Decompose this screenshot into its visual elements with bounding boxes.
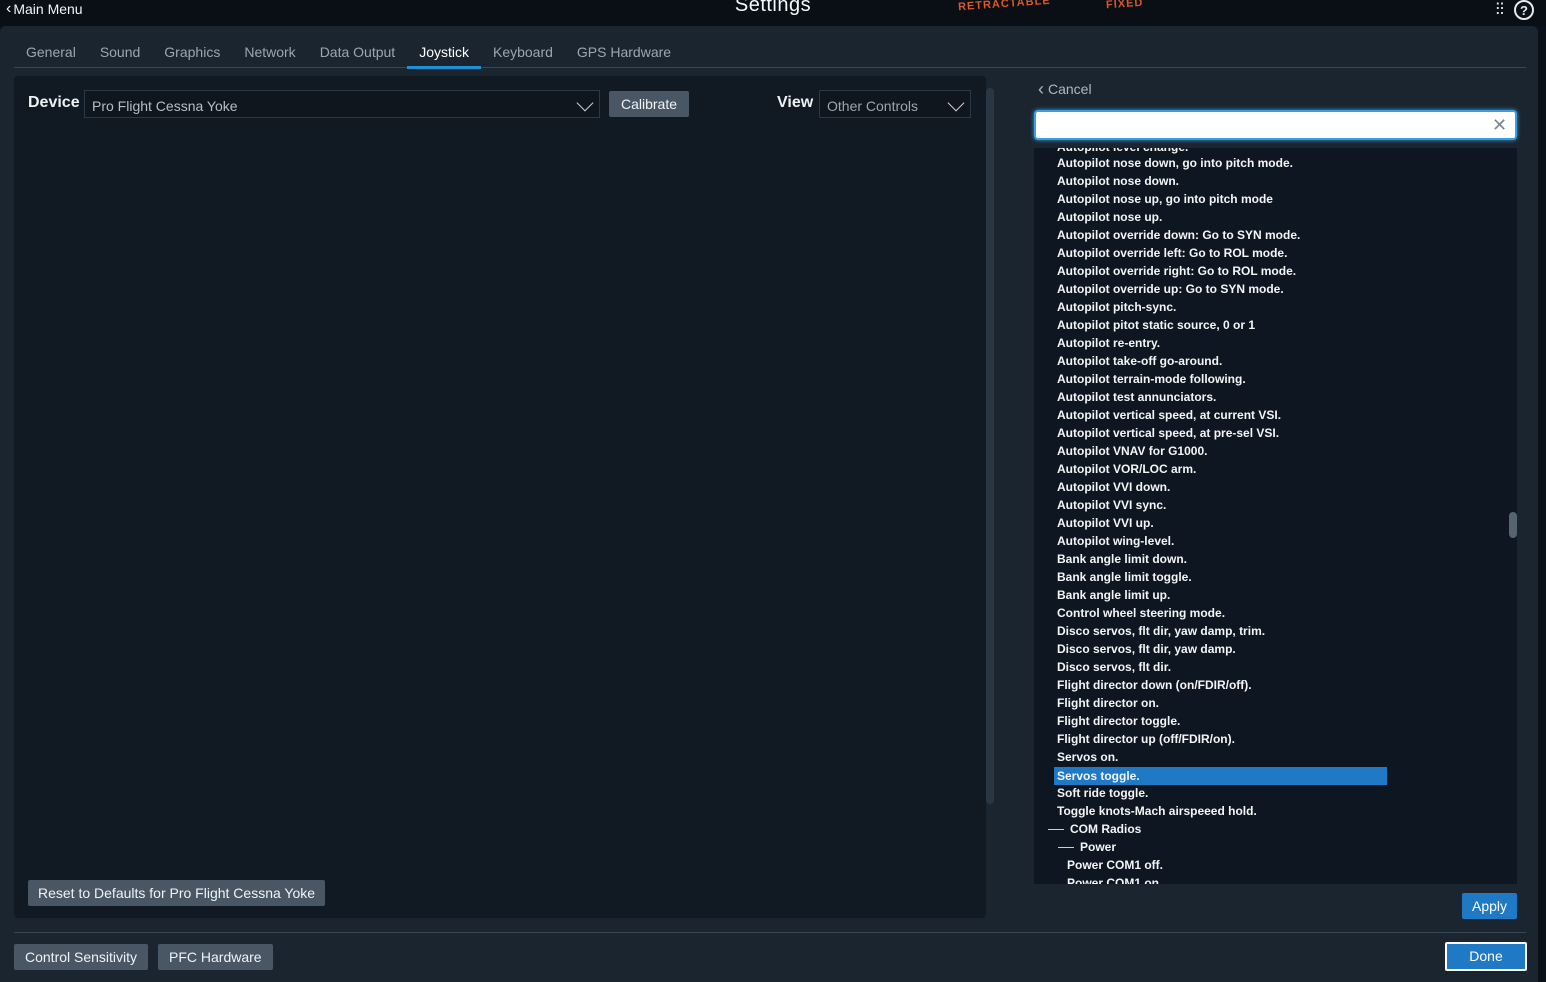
list-item[interactable]: Flight director on. — [1057, 694, 1159, 712]
list-item[interactable]: Autopilot VVI down. — [1057, 478, 1170, 496]
list-item[interactable]: Flight director up (off/FDIR/on). — [1057, 730, 1235, 748]
command-search-input[interactable] — [1034, 110, 1517, 140]
chevron-down-icon — [576, 94, 594, 112]
help-icon[interactable]: ? — [1514, 0, 1534, 20]
list-item[interactable]: Autopilot VOR/LOC arm. — [1057, 460, 1196, 478]
collapse-dash-icon — [1058, 846, 1074, 848]
group-label: COM Radios — [1070, 822, 1142, 836]
chevron-down-icon — [947, 94, 965, 112]
apply-button[interactable]: Apply — [1462, 893, 1517, 919]
tab-graphics[interactable]: Graphics — [152, 26, 232, 68]
list-item[interactable]: Power COM1 off. — [1067, 856, 1163, 874]
list-item[interactable]: Control wheel steering mode. — [1057, 604, 1225, 622]
done-button[interactable]: Done — [1445, 942, 1527, 971]
cancel-label: Cancel — [1048, 81, 1092, 97]
top-bar: ‹ Main Menu RETRACTABLE FIXED Settings ⫶… — [0, 0, 1546, 26]
top-icons: ⫶⫶ ? — [1496, 0, 1534, 20]
list-item[interactable]: Disco servos, flt dir, yaw damp, trim. — [1057, 622, 1265, 640]
view-selected-value: Other Controls — [827, 98, 919, 114]
list-item[interactable]: Autopilot VNAV for G1000. — [1057, 442, 1207, 460]
list-item[interactable]: Autopilot nose down, go into pitch mode. — [1057, 154, 1293, 172]
list-item[interactable]: Autopilot nose down. — [1057, 172, 1179, 190]
left-scrollbar[interactable] — [986, 88, 994, 804]
view-dropdown[interactable]: Other Controls — [819, 90, 971, 118]
control-sensitivity-button[interactable]: Control Sensitivity — [14, 944, 149, 970]
device-label: Device — [28, 94, 80, 111]
group-com-radios[interactable]: COM Radios — [1048, 820, 1141, 838]
list-item[interactable]: Autopilot take-off go-around. — [1057, 352, 1222, 370]
collapse-dash-icon — [1048, 828, 1064, 830]
list-item[interactable]: Autopilot nose up. — [1057, 208, 1162, 226]
device-dropdown[interactable]: Pro Flight Cessna Yoke — [84, 90, 600, 118]
list-item[interactable]: Disco servos, flt dir. — [1057, 658, 1171, 676]
list-item[interactable]: Autopilot override right: Go to ROL mode… — [1057, 262, 1296, 280]
list-item[interactable]: Autopilot override down: Go to SYN mode. — [1057, 226, 1300, 244]
list-item[interactable]: Power COM1 on. — [1067, 874, 1162, 884]
tab-sound[interactable]: Sound — [88, 26, 152, 68]
page-title: Settings — [734, 0, 812, 16]
list-item[interactable]: Autopilot nose up, go into pitch mode — [1057, 190, 1273, 208]
device-selected-value: Pro Flight Cessna Yoke — [92, 98, 238, 114]
group-label: Power — [1080, 840, 1117, 854]
list-item[interactable]: Autopilot terrain-mode following. — [1057, 370, 1246, 388]
list-item[interactable]: Soft ride toggle. — [1057, 784, 1148, 802]
list-item[interactable]: Bank angle limit toggle. — [1057, 568, 1192, 586]
tab-joystick[interactable]: Joystick — [407, 26, 481, 69]
cancel-button[interactable]: ‹ Cancel — [1038, 80, 1092, 98]
list-item[interactable]: Autopilot VVI up. — [1057, 514, 1154, 532]
tab-keyboard[interactable]: Keyboard — [481, 26, 565, 68]
calibrate-button[interactable]: Calibrate — [609, 91, 689, 117]
list-item-selected[interactable]: Servos toggle. — [1054, 767, 1387, 785]
tab-data-output[interactable]: Data Output — [308, 26, 408, 68]
list-item[interactable]: Autopilot test annunciators. — [1057, 388, 1216, 406]
sliders-icon[interactable]: ⫶⫶ — [1496, 0, 1505, 20]
chevron-left-icon: ‹ — [1038, 79, 1044, 99]
list-item[interactable]: Autopilot VVI sync. — [1057, 496, 1166, 514]
view-label: View — [777, 94, 814, 111]
list-item[interactable]: Servos on. — [1057, 748, 1118, 766]
list-item[interactable]: Autopilot override up: Go to SYN mode. — [1057, 280, 1284, 298]
clear-search-icon[interactable]: ✕ — [1492, 116, 1507, 134]
list-item[interactable]: Autopilot vertical speed, at pre-sel VSI… — [1057, 424, 1279, 442]
list-item[interactable]: Autopilot pitot static source, 0 or 1 — [1057, 316, 1255, 334]
tab-gps-hardware[interactable]: GPS Hardware — [565, 26, 683, 68]
list-item[interactable]: Autopilot vertical speed, at current VSI… — [1057, 406, 1281, 424]
reset-defaults-button[interactable]: Reset to Defaults for Pro Flight Cessna … — [28, 880, 326, 906]
list-item[interactable]: Autopilot override left: Go to ROL mode. — [1057, 244, 1287, 262]
joystick-config-area: Device Pro Flight Cessna Yoke Calibrate … — [14, 76, 986, 918]
tab-general[interactable]: General — [14, 26, 88, 68]
list-item[interactable]: Bank angle limit down. — [1057, 550, 1187, 568]
pfc-hardware-button[interactable]: PFC Hardware — [158, 944, 273, 970]
list-item[interactable]: Autopilot pitch-sync. — [1057, 298, 1176, 316]
settings-tabs: General Sound Graphics Network Data Outp… — [14, 26, 1526, 69]
list-item[interactable]: Autopilot wing-level. — [1057, 532, 1174, 550]
list-item[interactable]: Disco servos, flt dir, yaw damp. — [1057, 640, 1236, 658]
list-item[interactable]: Flight director down (on/FDIR/off). — [1057, 676, 1252, 694]
list-item[interactable]: Toggle knots-Mach airspeeed hold. — [1057, 802, 1257, 820]
tab-network[interactable]: Network — [232, 26, 307, 68]
command-list-scroll-thumb[interactable] — [1509, 512, 1517, 538]
list-item[interactable]: Bank angle limit up. — [1057, 586, 1170, 604]
command-list: Autopilot level change. Autopilot nose d… — [1034, 148, 1509, 884]
list-item[interactable]: Flight director toggle. — [1057, 712, 1180, 730]
list-item[interactable]: Autopilot re-entry. — [1057, 334, 1160, 352]
bottom-divider — [14, 932, 1526, 933]
group-power[interactable]: Power — [1058, 838, 1116, 856]
